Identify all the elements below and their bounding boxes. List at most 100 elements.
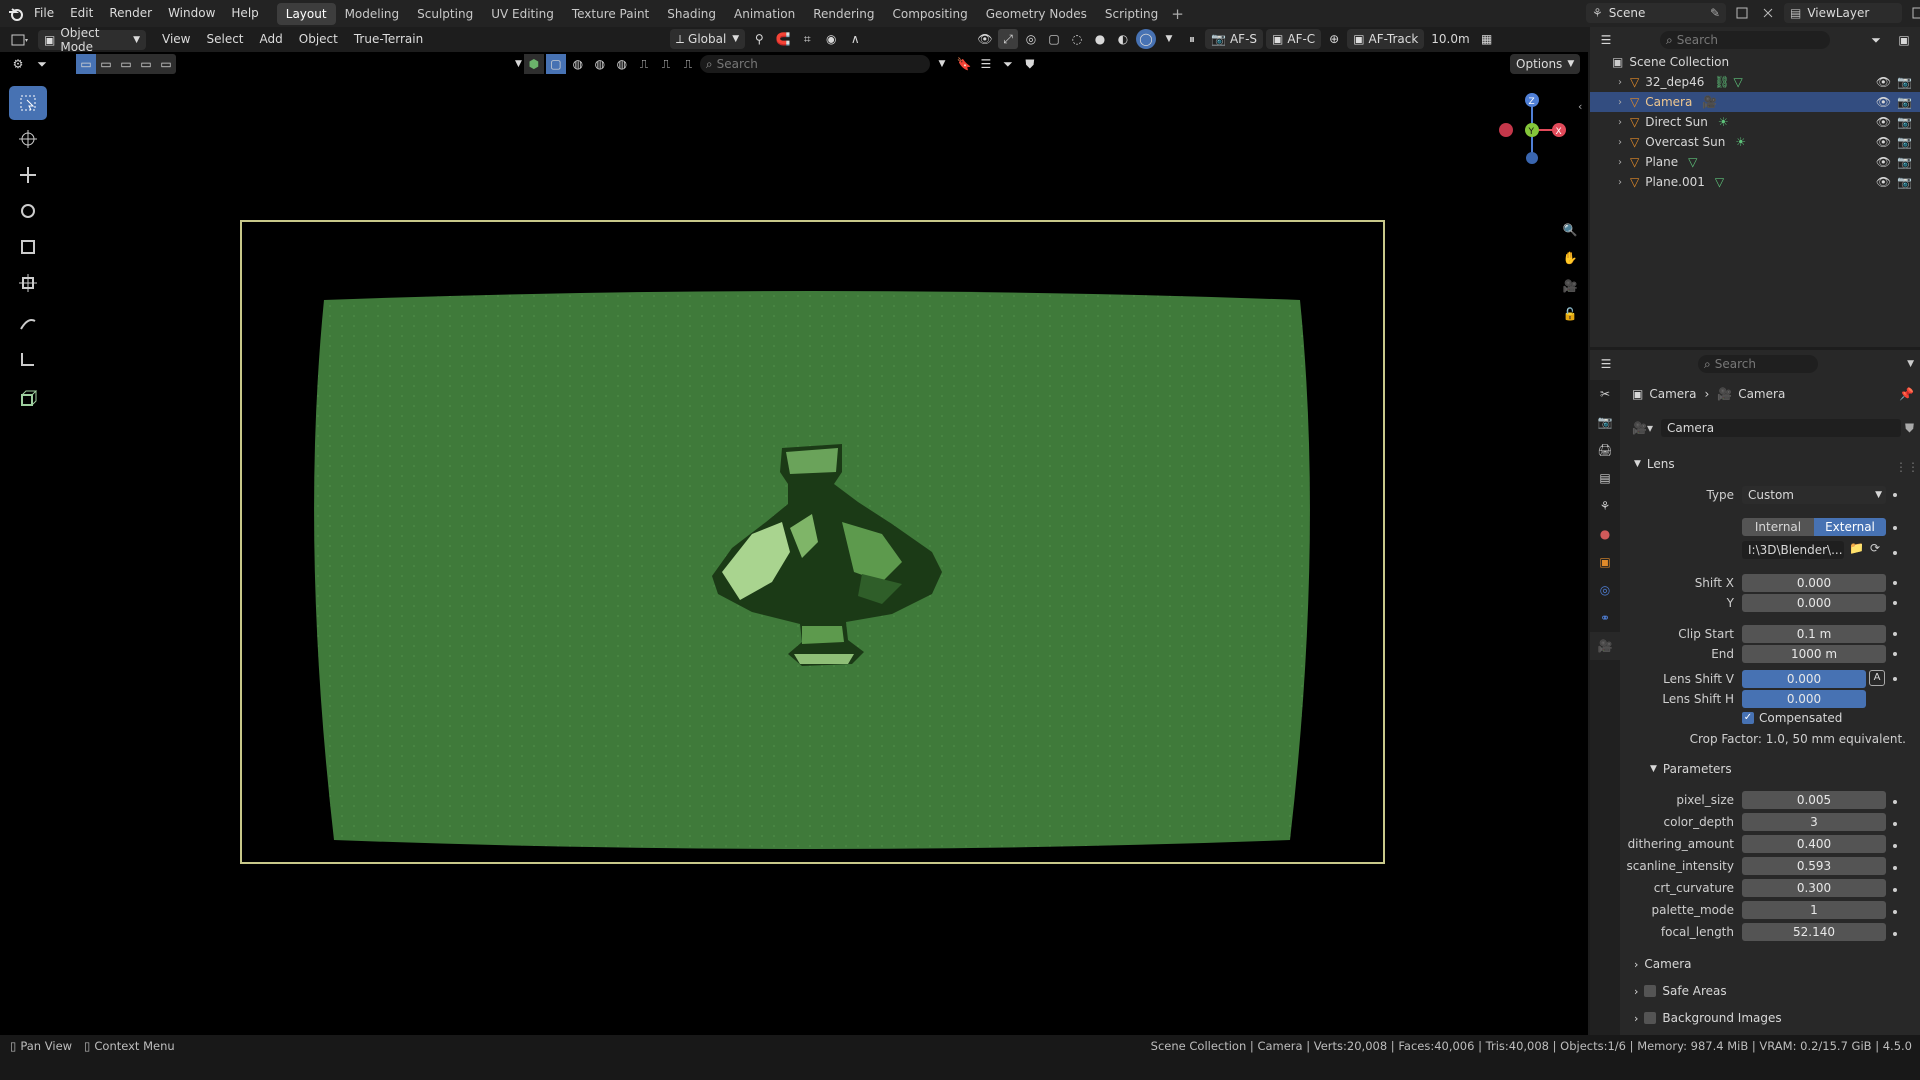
proportional-edit-icon[interactable]: ◉ <box>821 29 841 49</box>
chevron-down-icon[interactable]: ▼ <box>1907 359 1914 369</box>
shield-icon[interactable]: ⛊ <box>1020 54 1040 74</box>
render-camera-icon[interactable]: 📷 <box>1897 155 1912 169</box>
pivot-icon[interactable]: ⚲ <box>749 29 769 49</box>
scene-selector[interactable]: ⚘ Scene ✎ <box>1586 3 1726 23</box>
chevron-right-icon[interactable]: › <box>1618 77 1622 88</box>
eye-icon[interactable]: 👁 <box>1876 115 1891 129</box>
keyframe-dot[interactable] <box>1893 888 1897 892</box>
af-c-button[interactable]: ▣ AF-C <box>1266 29 1322 49</box>
select-new-icon[interactable]: ▭ <box>76 54 96 74</box>
data-icon[interactable]: 🎥 <box>1702 95 1717 109</box>
chevron-right-icon[interactable]: › <box>1618 97 1622 108</box>
clip-end-field[interactable]: 1000 m <box>1742 645 1886 663</box>
move-tool-icon[interactable] <box>9 158 47 192</box>
wireframe-shading-icon[interactable]: ◌ <box>1067 29 1087 49</box>
outliner-item-plane-001[interactable]: › ▽ Plane.001 ▽ 👁 📷 <box>1590 172 1920 192</box>
viewport-menu-object[interactable]: Object <box>291 26 346 53</box>
outliner-item-plane[interactable]: › ▽ Plane ▽ 👁 📷 <box>1590 152 1920 172</box>
tab-uv-editing[interactable]: UV Editing <box>482 3 563 25</box>
lens-type-select[interactable]: Custom ▼ <box>1742 486 1886 504</box>
chevron-right-icon[interactable]: › <box>1618 137 1622 148</box>
render-camera-icon[interactable]: 📷 <box>1897 175 1912 189</box>
new-collection-icon[interactable]: ▣ <box>1894 30 1914 50</box>
select-invert-icon[interactable]: ▭ <box>136 54 156 74</box>
datablock-name-field[interactable]: Camera <box>1660 419 1901 437</box>
world-tab-icon[interactable]: ● <box>1590 520 1620 548</box>
tool-tab-icon[interactable]: ✂ <box>1590 380 1620 408</box>
delete-scene-icon[interactable] <box>1758 3 1778 23</box>
viewport-menu-true-terrain[interactable]: True-Terrain <box>346 26 431 53</box>
clip-start-field[interactable]: 0.1 m <box>1742 625 1886 643</box>
pin-icon[interactable]: ✎ <box>1710 6 1720 20</box>
tab-scripting[interactable]: Scripting <box>1096 3 1167 25</box>
menu-help[interactable]: Help <box>223 0 266 27</box>
falloff-icon[interactable]: ∧ <box>845 29 865 49</box>
xray-icon[interactable]: ▢ <box>1044 29 1064 49</box>
camera-view-icon[interactable]: ▦ <box>1477 29 1497 49</box>
param-field-pixel-size[interactable]: 0.005 <box>1742 791 1886 809</box>
viewport-menu-add[interactable]: Add <box>252 26 291 53</box>
view-layer-selector[interactable]: ▤ ViewLayer <box>1784 3 1902 23</box>
hand-pan-icon[interactable]: ✋ <box>1560 248 1580 268</box>
shift-x-field[interactable]: 0.000 <box>1742 574 1886 592</box>
checkbox-checked-icon[interactable]: ✓ <box>1742 712 1754 724</box>
pause-icon[interactable]: ⏸ <box>1182 29 1202 49</box>
section-background-images[interactable]: › Background Images <box>1634 1011 1782 1025</box>
object-filter-icon[interactable]: ▢ <box>545 54 566 74</box>
param-field-palette-mode[interactable]: 1 <box>1742 901 1886 919</box>
chevron-right-icon[interactable]: › <box>1618 177 1622 188</box>
af-s-button[interactable]: 📷 AF-S <box>1205 29 1264 49</box>
tab-sculpting[interactable]: Sculpting <box>408 3 482 25</box>
empty-filter-icon[interactable]: ⎍ <box>656 54 676 74</box>
options-button[interactable]: Options ▼ <box>1510 54 1581 74</box>
folder-icon[interactable]: 📁 <box>1849 541 1864 555</box>
outliner-item-camera[interactable]: › ▽ Camera 🎥 👁 📷 <box>1590 92 1920 112</box>
chevron-right-icon[interactable]: › <box>1618 117 1622 128</box>
param-field-dithering-amount[interactable]: 0.400 <box>1742 835 1886 853</box>
menu-edit[interactable]: Edit <box>62 0 101 27</box>
select-subtract-icon[interactable]: ▭ <box>116 54 136 74</box>
keyframe-dot[interactable] <box>1893 652 1897 656</box>
camera-view-icon[interactable]: 🎥 <box>1560 276 1580 296</box>
auto-icon[interactable]: A <box>1869 670 1885 686</box>
checkbox-icon[interactable] <box>1644 985 1657 997</box>
render-camera-icon[interactable]: 📷 <box>1897 115 1912 129</box>
section-camera[interactable]: › Camera <box>1634 957 1692 971</box>
outliner-search-input[interactable]: ⌕ Search <box>1660 31 1830 49</box>
constraints-tab-icon[interactable]: ⚭ <box>1590 604 1620 632</box>
rendered-shading-icon[interactable]: ◯ <box>1136 29 1156 49</box>
camera-data-tab-icon[interactable]: 🎥 <box>1590 632 1620 660</box>
view-layer-tab-icon[interactable]: ▤ <box>1590 464 1620 492</box>
filter-icon[interactable]: ⏷ <box>1866 30 1886 50</box>
tab-texture-paint[interactable]: Texture Paint <box>563 3 658 25</box>
object-tab-icon[interactable]: ▣ <box>1590 548 1620 576</box>
render-camera-icon[interactable]: 📷 <box>1897 135 1912 149</box>
data-icon[interactable]: ☀ <box>1735 135 1746 149</box>
terrain-icon[interactable]: ⬢ <box>523 54 544 74</box>
select-extend-icon[interactable]: ▭ <box>96 54 116 74</box>
keyframe-dot[interactable] <box>1893 526 1897 530</box>
data-icon[interactable]: ▽ <box>1688 155 1697 169</box>
mode-selector[interactable]: ▣ Object Mode ▼ <box>38 26 146 54</box>
keyframe-dot[interactable] <box>1893 632 1897 636</box>
data-icon[interactable]: ⛓ ▽ <box>1714 75 1742 89</box>
cursor-tool-icon[interactable] <box>9 122 47 156</box>
select-intersect-icon[interactable]: ▭ <box>156 54 176 74</box>
other-filter-icon[interactable]: ⎍ <box>678 54 698 74</box>
solid-shading-icon[interactable]: ● <box>1090 29 1110 49</box>
rotate-tool-icon[interactable] <box>9 194 47 228</box>
drag-handle-icon[interactable]: ⋮⋮ <box>1895 460 1919 474</box>
mesh-filter-icon[interactable]: ◍ <box>568 54 588 74</box>
snap-icon[interactable]: 🧲 <box>773 29 793 49</box>
eye-icon[interactable]: 👁 <box>1876 135 1891 149</box>
checkbox-icon[interactable] <box>1644 1012 1657 1024</box>
funnel-icon[interactable]: ⏷ <box>998 54 1018 74</box>
eye-icon[interactable]: 👁 <box>1876 155 1891 169</box>
measure-tool-icon[interactable] <box>9 342 47 376</box>
viewport-menu-view[interactable]: View <box>154 26 198 53</box>
viewport-search-input[interactable]: ⌕ Search <box>699 55 930 73</box>
menu-window[interactable]: Window <box>160 0 223 27</box>
tab-shading[interactable]: Shading <box>658 3 725 25</box>
param-field-crt-curvature[interactable]: 0.300 <box>1742 879 1886 897</box>
blender-logo-icon[interactable] <box>6 4 26 24</box>
